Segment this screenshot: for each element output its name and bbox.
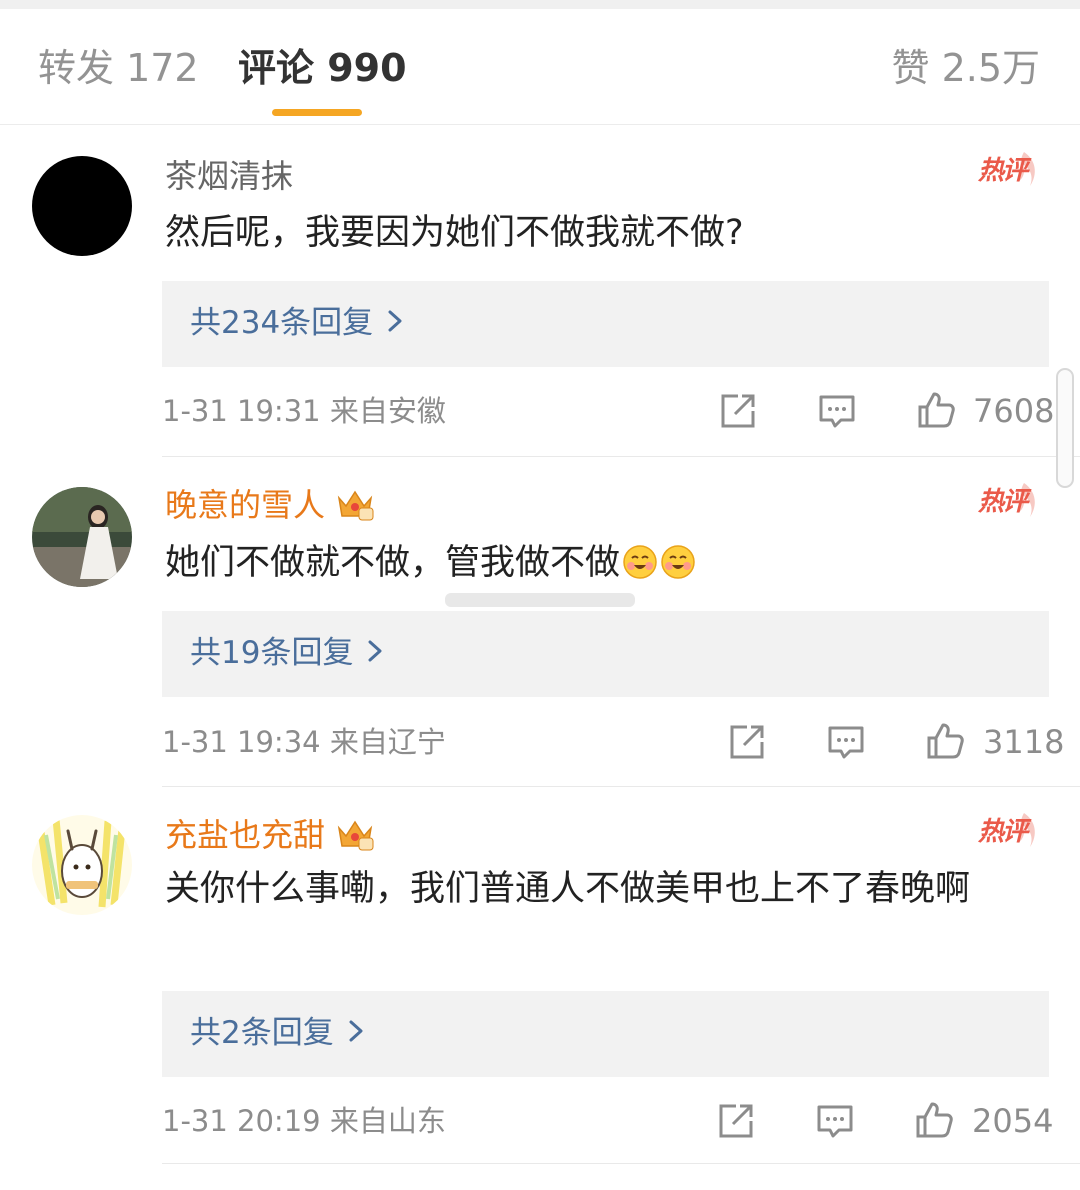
smile-emoji-icon [660, 542, 696, 579]
divider [162, 786, 1080, 787]
tab-likes[interactable]: 赞 2.5万 [891, 45, 1040, 91]
comment-meta: 1-31 19:31 来自安徽 [162, 391, 446, 431]
scrollbar-thumb[interactable] [1056, 368, 1074, 488]
chevron-right-icon [387, 303, 403, 343]
like-icon[interactable] [916, 390, 956, 430]
username[interactable]: 充盐也充甜 [165, 815, 375, 861]
chevron-right-icon [367, 633, 383, 673]
reply-summary[interactable]: 共19条回复 [162, 611, 1049, 697]
share-icon[interactable] [718, 391, 758, 431]
comment-text: 然后呢，我要因为她们不做我就不做? [165, 213, 744, 253]
comment-icon[interactable] [815, 1101, 855, 1141]
like-count: 7608 [973, 392, 1055, 430]
share-icon[interactable] [716, 1101, 756, 1141]
tab-comments[interactable]: 评论 990 [238, 45, 407, 91]
like-icon[interactable] [925, 721, 965, 761]
reply-summary[interactable]: 共234条回复 [162, 281, 1049, 367]
comment-text: 她们不做就不做，管我做不做 [165, 536, 1045, 590]
comment-meta: 1-31 19:34 来自辽宁 [162, 722, 446, 762]
hot-comment-badge: 热评 [972, 146, 1044, 196]
tab-repost[interactable]: 转发 172 [38, 45, 199, 91]
comment-icon[interactable] [826, 722, 866, 762]
timestamp: 1-31 20:19 [162, 1104, 321, 1138]
like-icon[interactable] [914, 1100, 954, 1140]
reply-count: 共2条回复 [190, 1015, 334, 1051]
location: 来自辽宁 [329, 725, 446, 759]
like-count: 3118 [983, 723, 1065, 761]
comment-icon[interactable] [817, 391, 857, 431]
username[interactable]: 茶烟清抹 [165, 156, 293, 196]
hot-comment-badge: 热评 [972, 477, 1044, 527]
chevron-right-icon [348, 1013, 364, 1053]
reply-count: 共19条回复 [190, 635, 354, 671]
blurred-watermark [445, 593, 635, 607]
hot-comment-badge: 热评 [972, 807, 1044, 857]
timestamp: 1-31 19:31 [162, 394, 321, 428]
comment-meta: 1-31 20:19 来自山东 [162, 1101, 446, 1141]
reply-summary[interactable]: 共2条回复 [162, 991, 1049, 1077]
timestamp: 1-31 19:34 [162, 725, 321, 759]
top-band [0, 0, 1080, 9]
vip-crown-icon [335, 486, 375, 531]
smile-emoji-icon [622, 542, 658, 579]
location: 来自安徽 [329, 394, 446, 428]
active-tab-indicator [272, 109, 362, 116]
location: 来自山东 [329, 1104, 446, 1138]
share-icon[interactable] [727, 722, 767, 762]
like-count: 2054 [972, 1102, 1054, 1140]
username[interactable]: 晚意的雪人 [165, 485, 375, 531]
avatar[interactable] [32, 156, 132, 256]
tab-bar: 转发 172 评论 990 赞 2.5万 [0, 9, 1080, 125]
divider [162, 1163, 1080, 1164]
avatar[interactable] [32, 487, 132, 587]
comment-text: 关你什么事嘞，我们普通人不做美甲也上不了春晚啊 [165, 869, 971, 909]
avatar[interactable] [32, 815, 132, 915]
reply-count: 共234条回复 [190, 305, 374, 341]
vip-crown-icon [335, 816, 375, 861]
divider [162, 456, 1080, 457]
